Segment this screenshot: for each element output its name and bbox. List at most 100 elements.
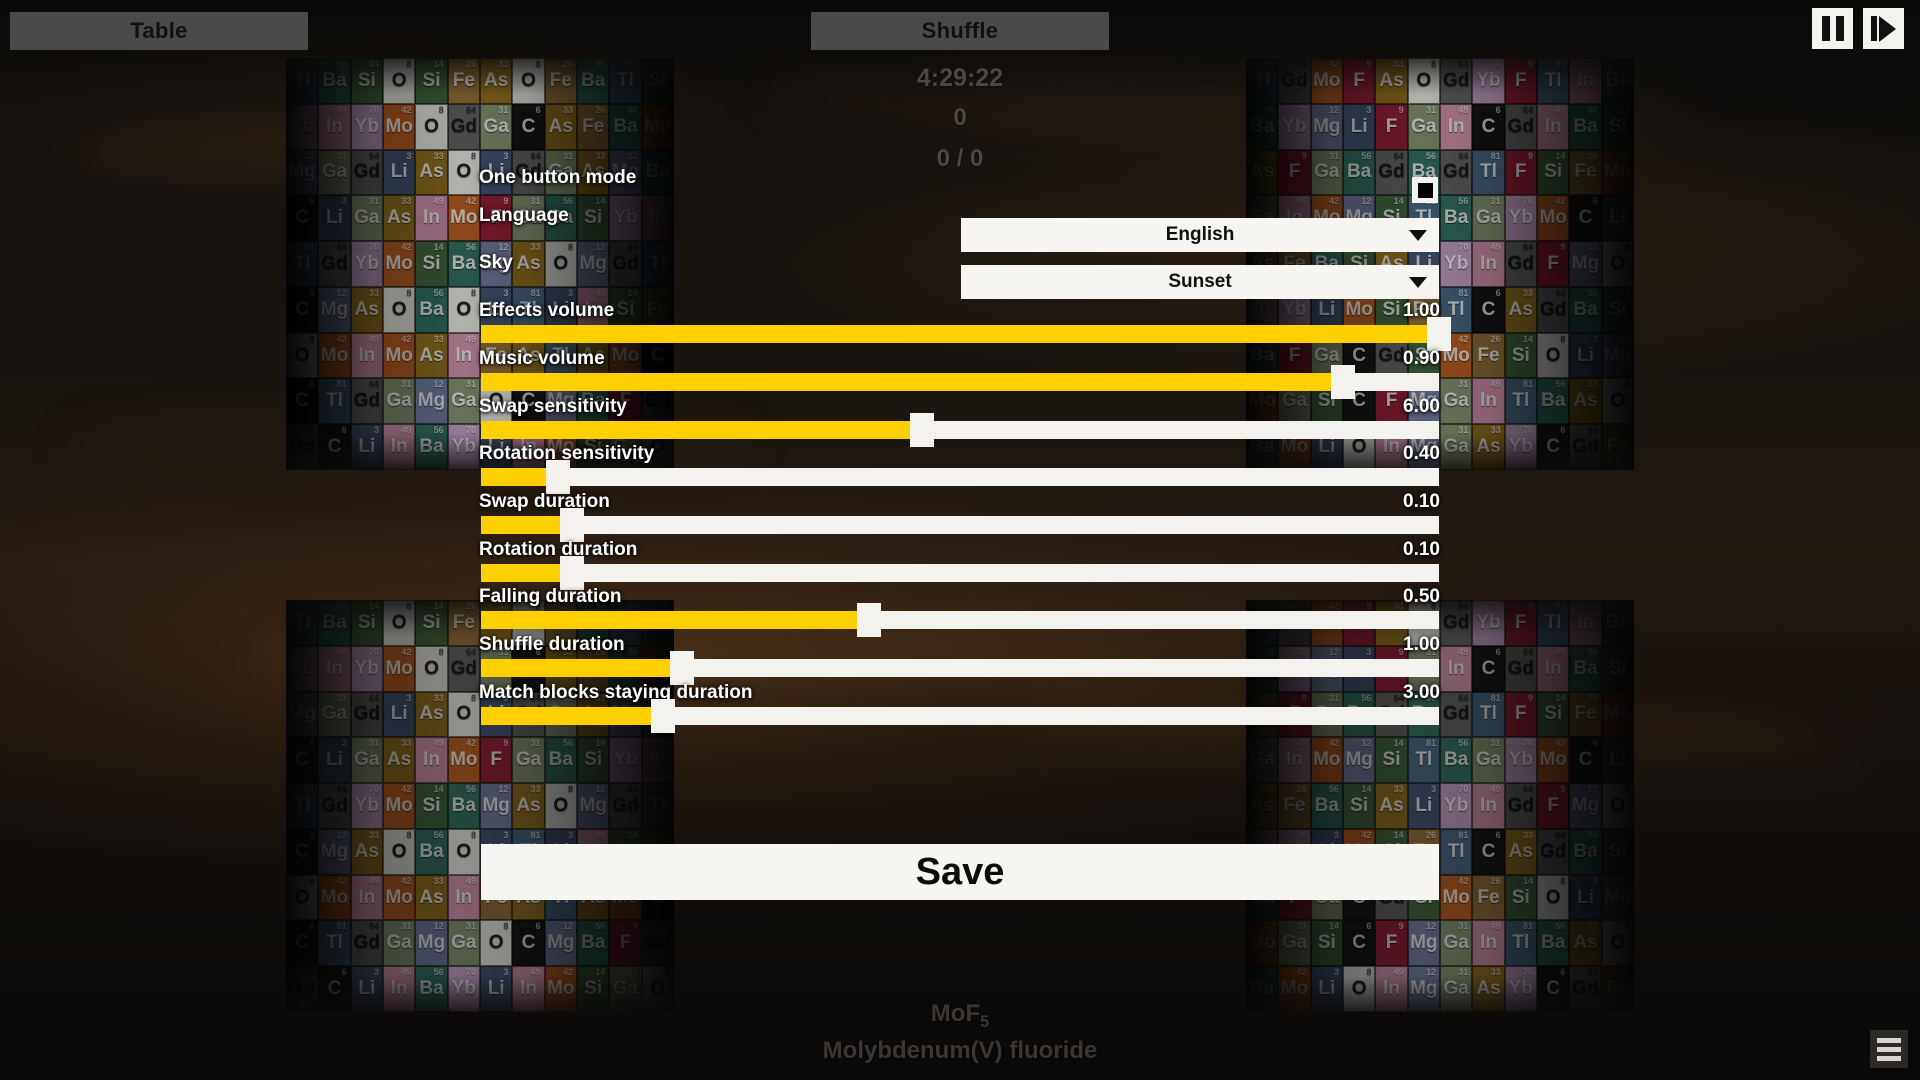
slider-track[interactable] [481, 556, 1439, 590]
element-symbol: C [1578, 207, 1593, 229]
element-number: 49 [1264, 829, 1275, 840]
element-number: 3 [503, 287, 509, 298]
slider-handle[interactable] [545, 460, 570, 494]
element-number: 56 [336, 601, 347, 611]
element-number: 14 [1393, 196, 1404, 207]
element-symbol: As [419, 344, 444, 366]
slider-handle[interactable] [670, 651, 695, 685]
element-symbol: Ga [515, 749, 542, 771]
element-block: 64Gd [1504, 645, 1537, 692]
element-block: 49In [318, 645, 351, 692]
pause-button[interactable] [1812, 8, 1853, 49]
element-number: 64 [1522, 242, 1533, 253]
element-number: 12 [336, 829, 347, 840]
slider-handle[interactable] [560, 508, 584, 542]
element-block: 49In [1439, 645, 1473, 692]
slider-handle[interactable] [1427, 317, 1451, 351]
list-menu-button[interactable] [1870, 1030, 1908, 1068]
slider-handle[interactable] [856, 603, 881, 637]
language-dropdown[interactable]: English [961, 218, 1439, 252]
element-symbol: Ga [1443, 932, 1469, 954]
slider-track[interactable] [481, 603, 1439, 637]
element-block: 81Tl [641, 783, 674, 829]
element-symbol: Li [358, 978, 376, 1000]
element-symbol: In [1383, 978, 1400, 1000]
slider-track[interactable] [481, 317, 1451, 351]
element-symbol: In [1253, 298, 1271, 320]
element-number: 26 [659, 287, 670, 298]
element-number: 70 [1296, 829, 1307, 840]
shuffle-button[interactable]: Shuffle [811, 12, 1109, 50]
slider-track[interactable] [481, 699, 1439, 733]
element-number: 64 [627, 784, 638, 795]
element-number: 56 [1264, 967, 1275, 978]
element-number: 8 [470, 829, 476, 840]
element-symbol: In [520, 978, 537, 1000]
element-number: 49 [465, 875, 476, 886]
element-block: 64Gd [609, 783, 642, 829]
element-symbol: Yb [1508, 978, 1533, 1000]
element-number: 33 [433, 875, 444, 886]
slider-handle[interactable] [560, 556, 584, 590]
slider-fill [481, 516, 572, 534]
table-button[interactable]: Table [10, 12, 308, 50]
sky-dropdown-value: Sunset [1168, 271, 1232, 292]
element-number: 14 [595, 967, 606, 978]
element-number: 3 [341, 738, 347, 749]
slider-track[interactable] [481, 508, 1439, 542]
save-button[interactable]: Save [481, 844, 1439, 900]
slider-track[interactable] [481, 365, 1439, 399]
element-symbol: Si [1382, 749, 1401, 771]
element-symbol: Ga [1281, 932, 1308, 954]
element-symbol: Gd [1378, 344, 1405, 366]
element-number: 6 [1560, 967, 1566, 978]
element-symbol: In [649, 207, 667, 229]
element-symbol: As [1508, 298, 1533, 320]
element-symbol: Mo [1442, 886, 1470, 908]
element-symbol: Gd [1572, 436, 1599, 458]
sky-dropdown[interactable]: Sunset [961, 265, 1439, 299]
element-number: 6 [1592, 196, 1598, 207]
element-symbol: As [387, 749, 412, 771]
element-symbol: Si [1608, 840, 1627, 862]
element-block: 9F [1375, 920, 1408, 967]
element-symbol: Ga [354, 749, 380, 771]
element-symbol: O [1610, 252, 1626, 274]
slider-track[interactable] [481, 413, 1439, 447]
element-number: 70 [1490, 601, 1501, 611]
element-number: 26 [659, 829, 670, 840]
element-block: 42Mo [382, 783, 416, 829]
element-number: 42 [401, 242, 412, 253]
element-block: 14Si [1601, 645, 1634, 692]
element-number: 42 [465, 738, 476, 749]
element-symbol: Mg [417, 390, 446, 412]
element-number: 64 [336, 784, 347, 795]
compound-name: Molybdenum(V) fluoride [822, 1037, 1098, 1064]
element-block: 14Si [576, 737, 610, 784]
slider-handle[interactable] [1331, 365, 1356, 399]
element-number: 81 [1522, 921, 1533, 932]
slider-track[interactable] [481, 651, 1439, 685]
element-block: 14Si [1310, 920, 1343, 967]
element-block: 12Mg [1569, 241, 1602, 287]
element-symbol: Si [1544, 703, 1563, 725]
element-number: 6 [309, 921, 315, 932]
element-number: 56 [433, 425, 444, 436]
chevron-down-icon [1409, 276, 1427, 288]
slider-handle[interactable] [651, 699, 676, 733]
element-block: 81Tl [318, 378, 351, 425]
slider-label: Music volume [479, 348, 605, 369]
element-number: 49 [1458, 646, 1469, 657]
element-block: 56Ba [1439, 737, 1473, 784]
element-symbol: Mo [547, 978, 575, 1000]
step-forward-button[interactable] [1863, 8, 1904, 49]
slider-handle[interactable] [909, 413, 934, 447]
one-button-mode-checkbox[interactable] [1412, 177, 1438, 203]
element-block: 9F [1536, 783, 1570, 829]
slider-track[interactable] [481, 460, 1439, 494]
language-dropdown-value: English [1165, 224, 1235, 245]
element-block: 3Li [1601, 737, 1634, 784]
element-number: 9 [1366, 601, 1372, 611]
element-symbol: Ba [1250, 344, 1275, 366]
element-symbol: Ga [1314, 344, 1340, 366]
